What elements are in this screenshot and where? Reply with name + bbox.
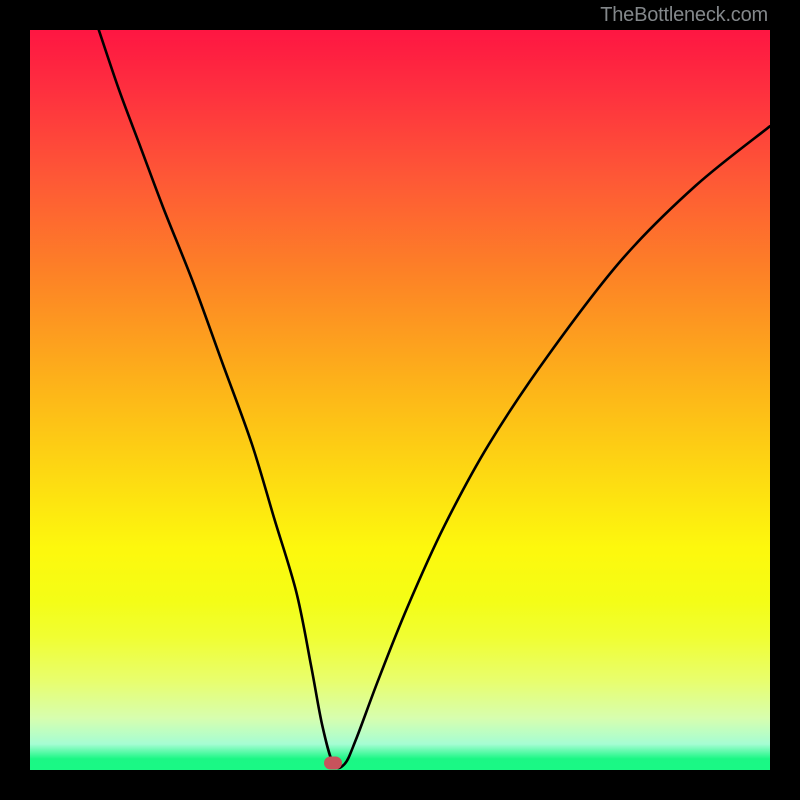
chart-frame: TheBottleneck.com: [0, 0, 800, 800]
bottleneck-curve: [30, 30, 770, 770]
watermark-text: TheBottleneck.com: [600, 4, 768, 27]
plot-area: [30, 30, 770, 770]
minimum-marker[interactable]: [324, 756, 342, 769]
